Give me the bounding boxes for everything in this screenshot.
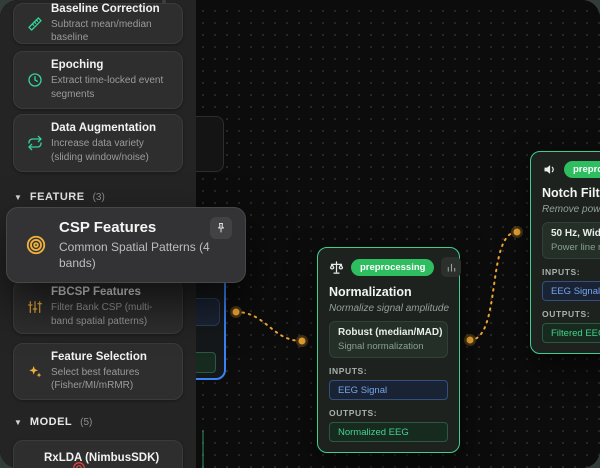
node-normalization[interactable]: preprocessing Normalization Normalize si…	[317, 247, 462, 453]
chart-button[interactable]	[441, 257, 462, 277]
node-notch-filter[interactable]: preprocessing Notch Filter Remove power …	[530, 151, 600, 354]
scales-icon	[329, 260, 344, 275]
outputs-label: OUTPUTS:	[329, 408, 378, 418]
category-badge: preprocessing	[564, 161, 600, 178]
node-title: Normalization	[329, 285, 412, 299]
library-item-data-augmentation[interactable]: Data Augmentation Increase data variety …	[13, 114, 183, 172]
section-header-model[interactable]: ▼ MODEL (5)	[14, 416, 92, 428]
sparkles-icon	[21, 364, 48, 380]
pin-button[interactable]	[210, 217, 232, 239]
wire-normalization-to-notch	[469, 231, 518, 341]
drag-card-desc: Common Spatial Patterns (4 bands)	[59, 240, 210, 270]
library-item-rxlda[interactable]: RxLDA (NimbusSDK)	[13, 440, 183, 468]
app-window: preprocessing Normalization Normalize si…	[0, 0, 600, 468]
outputs-label: OUTPUTS:	[542, 309, 591, 319]
node-title: Notch Filter	[542, 186, 600, 200]
repeat-icon	[21, 135, 48, 151]
target-icon	[19, 234, 52, 256]
param-box: 50 Hz, Width 2 Hz Power line removal	[542, 222, 600, 259]
sliders-icon	[21, 299, 48, 315]
library-item-fbcsp-features[interactable]: FBCSP Features Filter Bank CSP (multi-ba…	[13, 280, 183, 334]
library-item-baseline-correction[interactable]: Baseline Correction Subtract mean/median…	[13, 3, 183, 44]
category-badge: preprocessing	[351, 258, 435, 276]
library-item-feature-selection[interactable]: Feature Selection Select best features (…	[13, 343, 183, 400]
ruler-icon	[21, 16, 48, 32]
input-pill: EEG Signal	[329, 380, 448, 400]
drag-card-csp-features[interactable]: CSP Features Common Spatial Patterns (4 …	[6, 207, 246, 283]
clock-icon	[21, 72, 48, 88]
node-subtitle: Normalize signal amplitude	[329, 303, 450, 314]
section-header-feature[interactable]: ▼ FEATURE (3)	[14, 191, 105, 203]
param-box: Robust (median/MAD) Signal normalization	[329, 321, 448, 358]
inputs-label: INPUTS:	[542, 267, 581, 277]
volume-icon	[542, 162, 557, 177]
chevron-down-icon: ▼	[14, 192, 22, 202]
output-pill: Filtered EEG	[542, 323, 600, 343]
wire-hidden-to-normalization	[235, 311, 303, 342]
drag-card-title: CSP Features	[59, 219, 157, 237]
output-pill: Normalized EEG	[329, 422, 448, 442]
chevron-down-icon: ▼	[14, 417, 22, 427]
model-icon	[72, 461, 86, 468]
clipped-node-edge	[202, 430, 204, 468]
inputs-label: INPUTS:	[329, 366, 368, 376]
library-item-epoching[interactable]: Epoching Extract time-locked event segme…	[13, 51, 183, 109]
node-subtitle: Remove power line noise	[542, 204, 600, 215]
input-pill: EEG Signal	[542, 281, 600, 301]
